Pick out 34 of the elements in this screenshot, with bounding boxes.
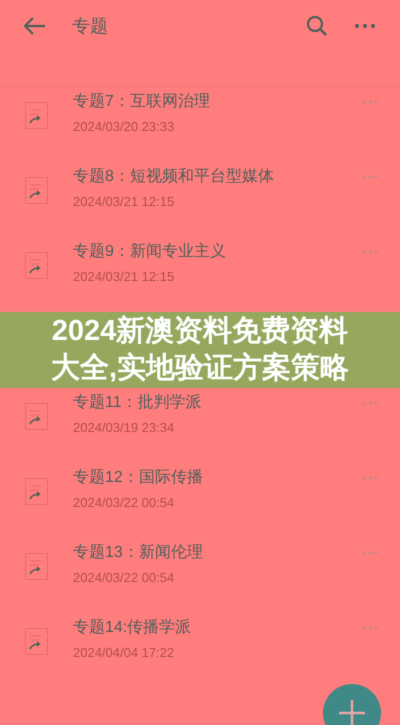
overlay-banner: 2024新澳资料免费资料大全,实地验证方案策略 — [0, 312, 400, 388]
more-icon[interactable] — [362, 551, 378, 555]
note-file-icon — [25, 102, 48, 129]
note-date: 2024/03/21 12:15 — [73, 268, 176, 286]
note-file-icon — [25, 177, 48, 204]
note-title[interactable]: 专题12：国际传播 — [73, 465, 362, 491]
note-title[interactable]: 专题7：互联网治理 — [73, 89, 362, 115]
more-icon[interactable] — [354, 23, 376, 29]
more-icon[interactable] — [362, 175, 378, 179]
more-icon[interactable] — [362, 401, 378, 405]
more-icon[interactable] — [362, 100, 378, 104]
back-arrow-icon[interactable] — [24, 17, 46, 35]
more-icon[interactable] — [362, 250, 378, 254]
note-file-icon — [25, 553, 48, 580]
search-icon[interactable] — [306, 15, 328, 37]
note-title[interactable]: 专题13：新闻伦理 — [73, 540, 362, 566]
note-date: 2024/03/21 12:15 — [73, 193, 176, 211]
note-title[interactable]: 专题11：批判学派 — [73, 390, 362, 416]
more-icon[interactable] — [362, 626, 378, 630]
note-title[interactable]: 专题9：新闻专业主义 — [73, 239, 362, 265]
note-date: 2024/03/20 23:33 — [73, 118, 176, 136]
note-file-icon — [25, 478, 48, 505]
note-date: 2024/03/22 00:54 — [73, 494, 176, 512]
more-icon[interactable] — [362, 476, 378, 480]
note-date: 2024/04/04 17:22 — [73, 644, 176, 662]
note-date: 2024/03/19 23:34 — [73, 419, 176, 437]
note-title[interactable]: 专题14:传播学派 — [73, 615, 362, 641]
note-date: 2024/03/22 00:54 — [73, 569, 176, 587]
note-file-icon — [25, 252, 48, 279]
note-title[interactable]: 专题8：短视频和平台型媒体 — [73, 164, 362, 190]
note-file-icon — [25, 403, 48, 430]
screen-title: 专题 — [72, 14, 108, 38]
note-file-icon — [25, 628, 48, 655]
add-button[interactable] — [322, 683, 382, 725]
